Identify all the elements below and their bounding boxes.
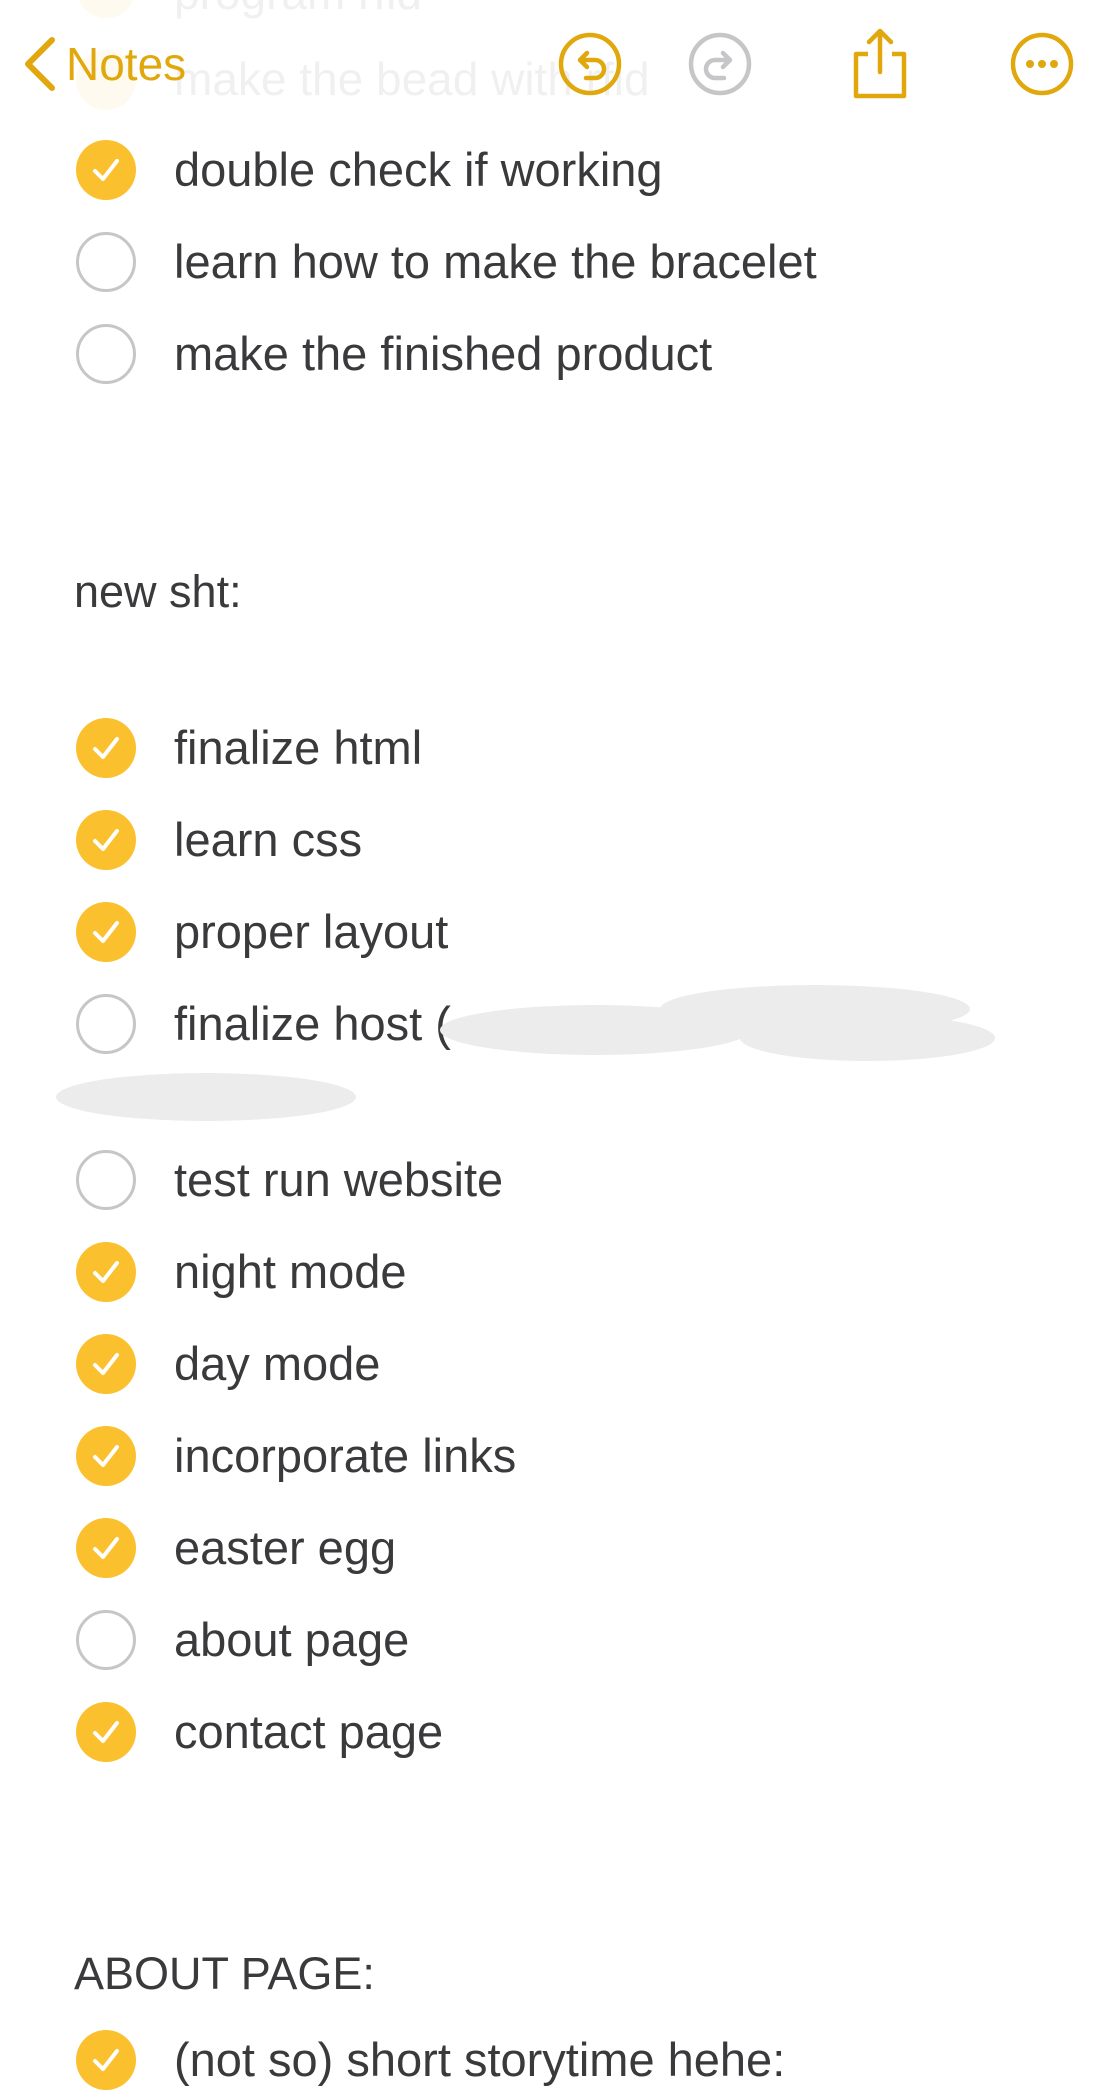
checklist-item: night mode (0, 1232, 1104, 1312)
checkmark-icon (93, 1353, 119, 1375)
checklist-item-text[interactable]: (not so) short storytime hehe: (174, 2020, 785, 2100)
checklist-item: easter egg (0, 1508, 1104, 1588)
checkmark-icon (93, 1261, 119, 1283)
chevron-left-icon (25, 37, 55, 91)
checkmark-icon (93, 921, 119, 943)
redo-button[interactable] (686, 30, 754, 98)
checklist-item: contact page (0, 1692, 1104, 1772)
checklist-item: (not so) short storytime hehe: (0, 2020, 1104, 2100)
checked-checkbox[interactable] (76, 1518, 136, 1578)
share-icon (853, 28, 907, 99)
unchecked-checkbox[interactable] (76, 1150, 136, 1210)
checkmark-icon (93, 159, 119, 181)
checked-checkbox[interactable] (76, 718, 136, 778)
checklist-item: double check if working (0, 130, 1104, 210)
checklist-item-text[interactable]: about page (174, 1600, 409, 1680)
checklist-item-text[interactable]: proper layout (174, 892, 448, 972)
unchecked-checkbox[interactable] (76, 994, 136, 1054)
checked-checkbox[interactable] (76, 2030, 136, 2090)
back-label: Notes (66, 38, 187, 90)
checkmark-icon (93, 1537, 119, 1559)
checklist-item: day mode (0, 1324, 1104, 1404)
checklist-item: proper layout (0, 892, 1104, 972)
checklist-item: learn css (0, 800, 1104, 880)
section-heading[interactable]: new sht: (74, 566, 242, 618)
checklist-item-text[interactable]: double check if working (174, 130, 663, 210)
checked-checkbox[interactable] (76, 1334, 136, 1394)
checklist-item: finalize html (0, 708, 1104, 788)
undo-icon (558, 32, 622, 96)
share-button[interactable] (848, 26, 912, 100)
checked-checkbox[interactable] (76, 1702, 136, 1762)
redaction-scribble (56, 1073, 356, 1121)
checklist-item: learn how to make the bracelet (0, 222, 1104, 302)
checked-checkbox[interactable] (76, 1426, 136, 1486)
checklist-item-text[interactable]: incorporate links (174, 1416, 516, 1496)
nav-bar: Notes (0, 0, 1104, 128)
checklist-item-text[interactable]: learn how to make the bracelet (174, 222, 817, 302)
back-button[interactable]: Notes (20, 28, 186, 100)
undo-button[interactable] (556, 30, 624, 98)
checklist-item-text[interactable]: learn css (174, 800, 362, 880)
more-button[interactable] (1008, 30, 1076, 98)
checkmark-icon (93, 2049, 119, 2071)
redaction-scribble (740, 1015, 995, 1061)
checklist-item-text[interactable]: make the finished product (174, 314, 712, 394)
section-heading[interactable]: ABOUT PAGE: (74, 1948, 375, 2000)
unchecked-checkbox[interactable] (76, 232, 136, 292)
checklist-item-text[interactable]: night mode (174, 1232, 407, 1312)
checklist-item: test run website (0, 1140, 1104, 1220)
checkmark-icon (93, 737, 119, 759)
checklist-item-text[interactable]: easter egg (174, 1508, 396, 1588)
checkmark-icon (93, 829, 119, 851)
checklist-item: incorporate links (0, 1416, 1104, 1496)
checklist-item-text[interactable]: contact page (174, 1692, 443, 1772)
redo-icon (688, 32, 752, 96)
checked-checkbox[interactable] (76, 1242, 136, 1302)
checked-checkbox[interactable] (76, 140, 136, 200)
checkmark-icon (93, 1721, 119, 1743)
checklist-item-text[interactable]: day mode (174, 1324, 380, 1404)
checked-checkbox[interactable] (76, 810, 136, 870)
checked-checkbox[interactable] (76, 902, 136, 962)
more-icon (1010, 32, 1074, 96)
checklist-item: make the finished product (0, 314, 1104, 394)
checklist-item-text[interactable]: finalize html (174, 708, 422, 788)
checklist-item-text[interactable]: finalize host ( (174, 984, 451, 1064)
unchecked-checkbox[interactable] (76, 1610, 136, 1670)
checklist-item: about page (0, 1600, 1104, 1680)
unchecked-checkbox[interactable] (76, 324, 136, 384)
checklist-item-text[interactable]: test run website (174, 1140, 503, 1220)
checkmark-icon (93, 1445, 119, 1467)
